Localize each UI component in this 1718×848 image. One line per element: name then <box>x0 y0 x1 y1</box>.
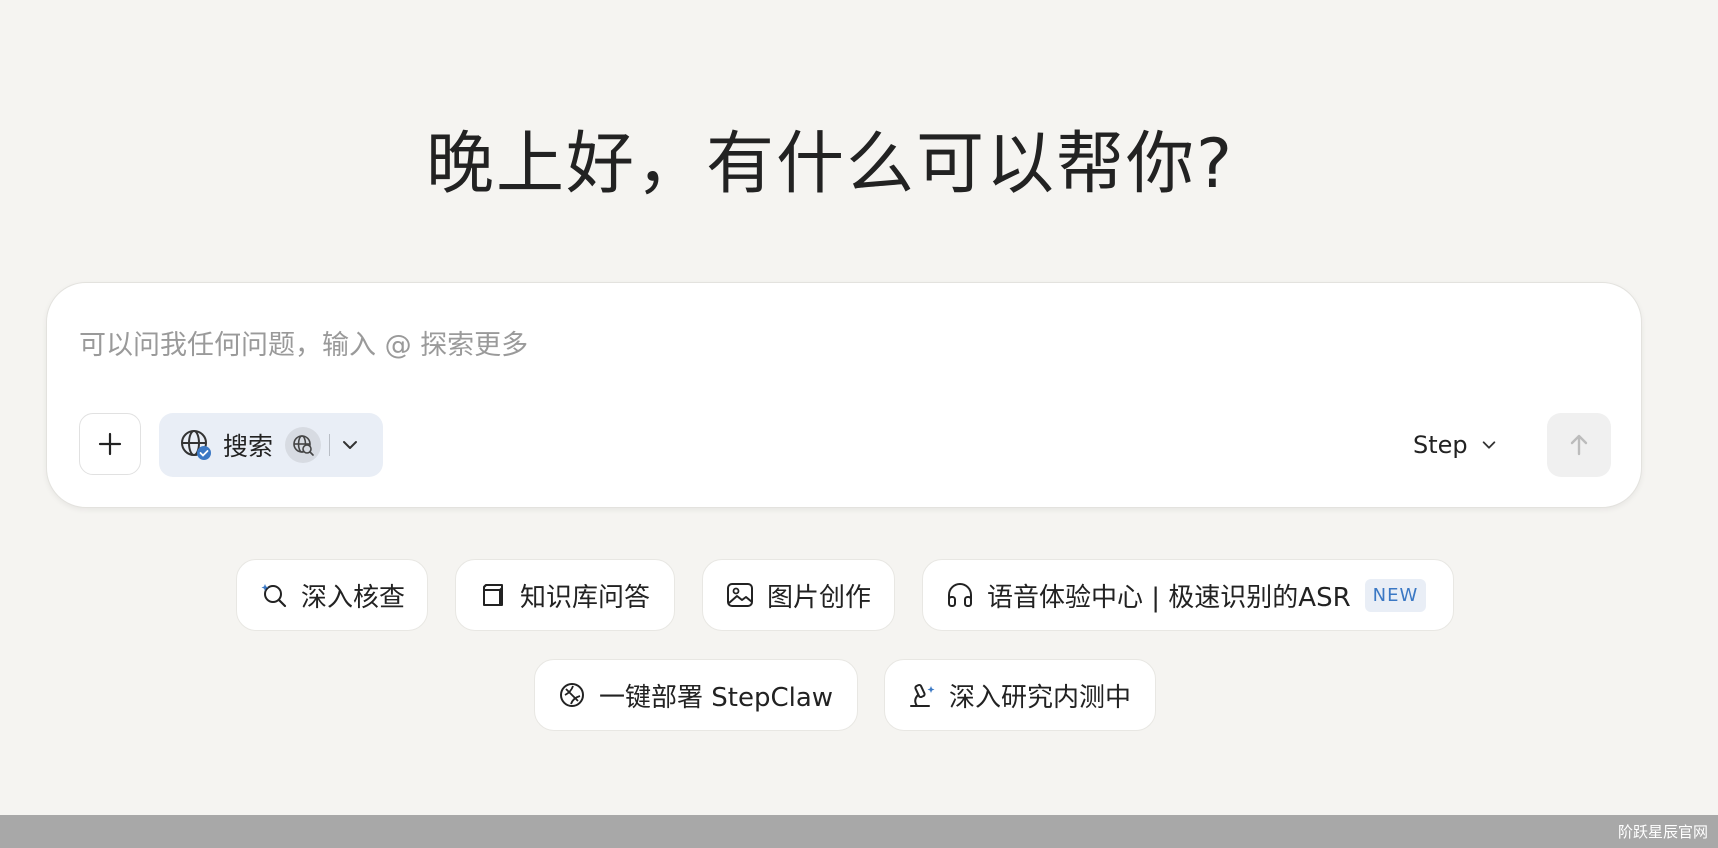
quick-action-deep-research[interactable]: 深入研究内测中 <box>884 659 1156 731</box>
cube-icon <box>478 580 508 610</box>
search-toggle-button[interactable]: 搜索 <box>159 413 383 477</box>
claw-icon <box>557 680 587 710</box>
globe-check-icon <box>181 430 211 460</box>
chat-composer: 搜索 Step <box>46 282 1642 508</box>
search-label: 搜索 <box>223 432 274 461</box>
chip-label: 一键部署 StepClaw <box>599 682 834 713</box>
pill-divider <box>329 434 331 456</box>
page: 晚上好，有什么可以帮你? 搜索 <box>0 0 1718 848</box>
new-badge: NEW <box>1364 578 1427 612</box>
deep-search-icon[interactable] <box>285 427 322 463</box>
arrow-up-icon <box>1570 434 1588 456</box>
image-icon <box>725 580 755 610</box>
quick-action-image-creation[interactable]: 图片创作 <box>702 559 895 631</box>
footer-bar: 阶跃星辰官网 <box>0 815 1718 848</box>
chip-label: 知识库问答 <box>520 582 651 613</box>
chip-label: 语音体验中心 | 极速识别的ASR <box>987 582 1351 613</box>
search-sparkle-icon <box>259 580 289 610</box>
add-attachment-button[interactable] <box>79 413 141 475</box>
model-select-dropdown[interactable]: Step <box>1413 413 1498 477</box>
headphones-icon <box>945 580 975 610</box>
search-options-chevron-icon[interactable] <box>340 435 360 455</box>
chip-label: 深入研究内测中 <box>949 682 1132 713</box>
quick-action-voice-center[interactable]: 语音体验中心 | 极速识别的ASR NEW <box>922 559 1454 631</box>
quick-action-deep-check[interactable]: 深入核查 <box>236 559 428 631</box>
model-label: Step <box>1413 431 1468 459</box>
quick-action-knowledge-qa[interactable]: 知识库问答 <box>455 559 675 631</box>
chevron-down-icon <box>1480 436 1498 454</box>
microscope-icon <box>907 680 937 710</box>
chat-input[interactable] <box>79 323 1279 373</box>
chip-label: 图片创作 <box>767 582 872 613</box>
footer-watermark: 阶跃星辰官网 <box>1617 823 1708 841</box>
send-button[interactable] <box>1547 413 1611 477</box>
chip-label: 深入核查 <box>301 582 406 613</box>
quick-action-deploy-stepclaw[interactable]: 一键部署 StepClaw <box>534 659 858 731</box>
plus-icon <box>98 432 122 456</box>
greeting-title: 晚上好，有什么可以帮你? <box>425 125 1235 204</box>
